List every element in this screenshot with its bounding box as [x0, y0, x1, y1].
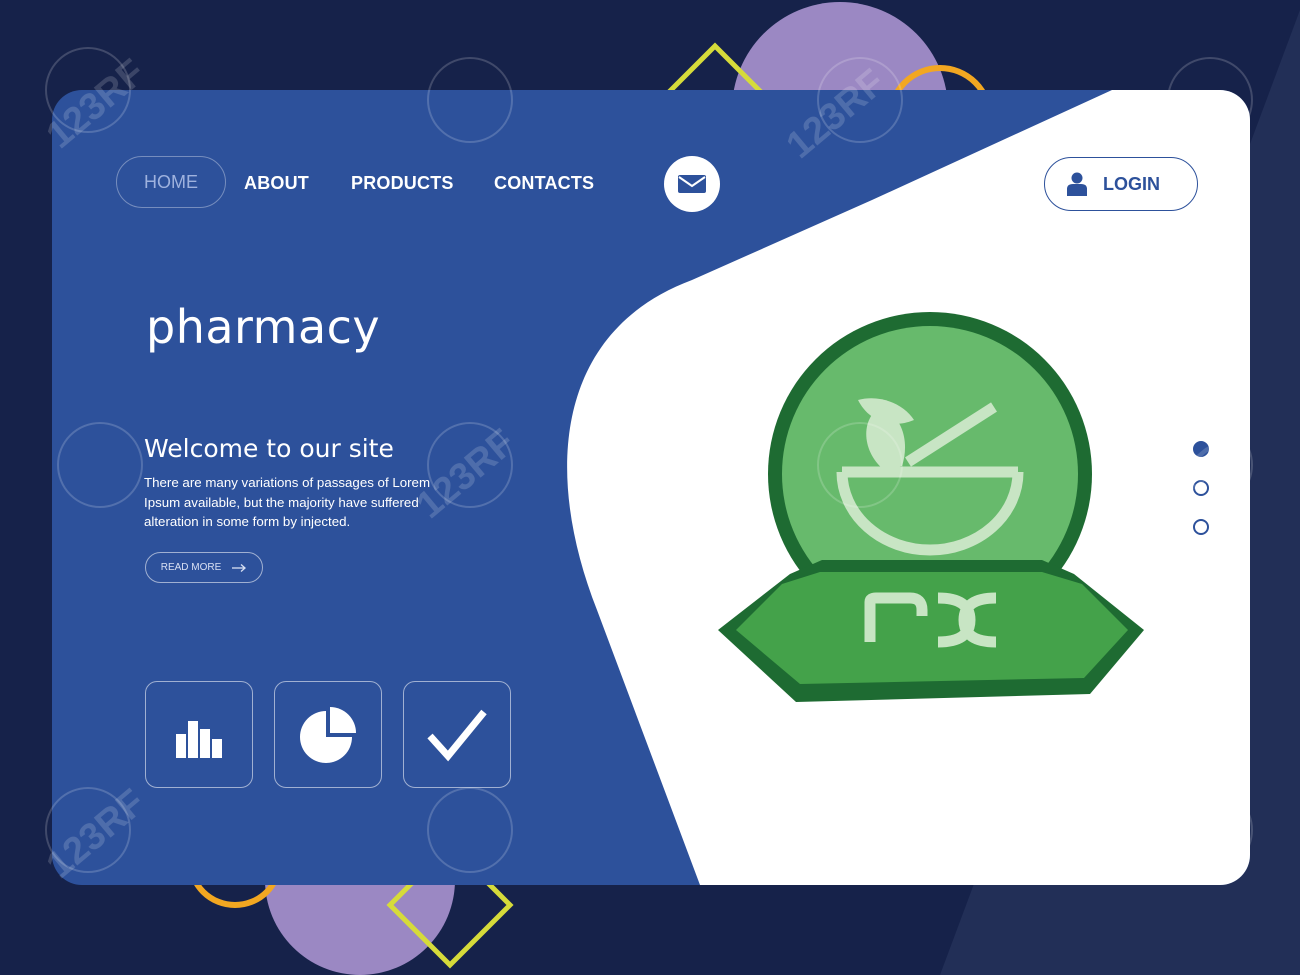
- rx-mortar-pestle-icon: [718, 312, 1144, 702]
- login-button[interactable]: LOGIN: [1044, 157, 1198, 211]
- read-more-button[interactable]: READ MORE: [145, 552, 263, 583]
- pie-chart-icon: [300, 706, 356, 763]
- nav-home[interactable]: HOME: [116, 156, 226, 208]
- mail-button[interactable]: [664, 156, 720, 212]
- arrow-right-icon: [232, 563, 247, 572]
- nav-contacts[interactable]: CONTACTS: [494, 173, 594, 193]
- feature-bar-chart-button[interactable]: [145, 681, 253, 788]
- feature-pie-chart-button[interactable]: [274, 681, 382, 788]
- nav-products[interactable]: PRODUCTS: [351, 173, 454, 193]
- read-more-label: READ MORE: [160, 562, 222, 573]
- slider-dot-2[interactable]: [1193, 480, 1209, 496]
- login-label: LOGIN: [1103, 173, 1160, 194]
- envelope-icon: [678, 175, 706, 193]
- checkmark-icon: [427, 709, 487, 761]
- nav-about[interactable]: ABOUT: [244, 173, 309, 193]
- user-icon: [1067, 172, 1087, 196]
- feature-check-button[interactable]: [403, 681, 511, 788]
- bar-chart-icon: [176, 720, 222, 758]
- welcome-heading: Welcome to our site: [144, 434, 394, 463]
- welcome-body-text: There are many variations of passages of…: [144, 475, 431, 529]
- slider-dot-3[interactable]: [1193, 519, 1209, 535]
- slider-dot-1[interactable]: [1193, 441, 1209, 457]
- page-title: pharmacy: [146, 300, 381, 354]
